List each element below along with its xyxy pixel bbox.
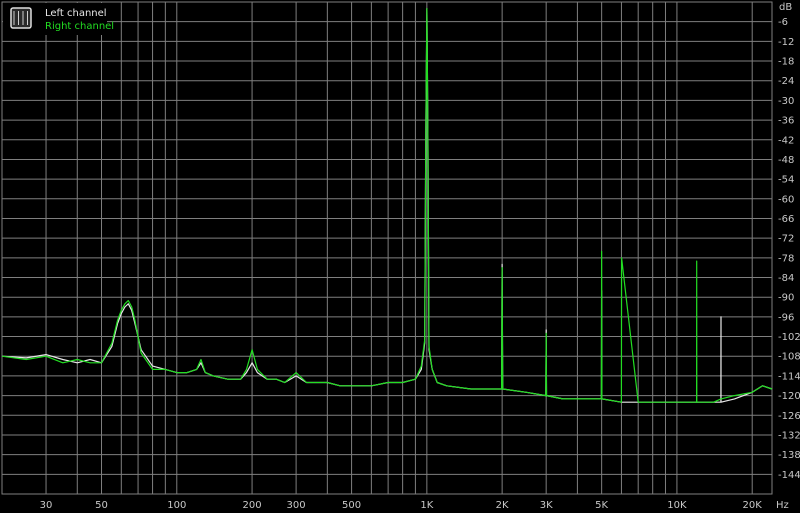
y-tick-label: -36 — [778, 116, 794, 127]
x-tick-label: 500 — [342, 500, 361, 511]
y-tick-label: -102 — [778, 332, 800, 343]
y-tick-label: -96 — [778, 312, 794, 323]
x-tick-label: 5K — [595, 500, 608, 511]
spectrum-analyzer-chart: -6 -12 -18 -24 -30 -36 -42 -48 -54 -60 -66 -72 -78 -8… — [0, 0, 800, 513]
x-tick-label: 50 — [95, 500, 108, 511]
x-axis-unit-label: Hz — [776, 500, 789, 511]
y-tick-label: -30 — [778, 96, 794, 107]
y-tick-label: -18 — [778, 57, 794, 68]
y-tick-label: -84 — [778, 273, 794, 284]
y-tick-label: -48 — [778, 155, 794, 166]
y-tick-label: -66 — [778, 214, 794, 225]
y-tick-label: -42 — [778, 135, 794, 146]
y-tick-label: -6 — [778, 17, 788, 28]
x-tick-label: 3K — [540, 500, 553, 511]
spectrum-plot: -6 -12 -18 -24 -30 -36 -42 -48 -54 -60 -66 -72 -78 -8… — [1, 1, 800, 511]
y-tick-label: -78 — [778, 253, 794, 264]
x-tick-label: 100 — [167, 500, 186, 511]
analyzer-icon — [10, 7, 32, 29]
y-tick-label: -90 — [778, 293, 794, 304]
y-tick-label: -12 — [778, 37, 794, 48]
x-axis-tick-labels: 30 50 100 200 300 500 1K 2K 3K 5K 10K 20K — [40, 500, 763, 511]
y-tick-label: -54 — [778, 175, 794, 186]
y-tick-label: -144 — [778, 470, 800, 481]
x-tick-label: 300 — [287, 500, 306, 511]
y-tick-label: -132 — [778, 430, 800, 441]
y-tick-label: -126 — [778, 411, 800, 422]
y-axis-tick-labels: -6 -12 -18 -24 -30 -36 -42 -48 -54 -60 -66 -72 -78 -8… — [778, 17, 800, 481]
y-tick-label: -60 — [778, 194, 794, 205]
x-tick-label: 200 — [243, 500, 262, 511]
legend-left-channel: Left channel — [45, 8, 107, 19]
x-tick-label: 20K — [743, 500, 763, 511]
y-tick-label: -138 — [778, 450, 800, 461]
y-tick-label: -108 — [778, 352, 800, 363]
y-tick-label: -114 — [778, 371, 800, 382]
legend: Left channel Right channel — [3, 3, 114, 35]
y-tick-label: -24 — [778, 76, 794, 87]
y-tick-label: -120 — [778, 391, 800, 402]
x-tick-label: 10K — [667, 500, 687, 511]
plot-background — [1, 1, 773, 495]
x-tick-label: 30 — [40, 500, 53, 511]
x-tick-label: 1K — [420, 500, 433, 511]
y-axis-unit-label: dB — [779, 2, 792, 13]
x-tick-label: 2K — [496, 500, 509, 511]
y-tick-label: -72 — [778, 234, 794, 245]
legend-right-channel: Right channel — [45, 21, 114, 32]
